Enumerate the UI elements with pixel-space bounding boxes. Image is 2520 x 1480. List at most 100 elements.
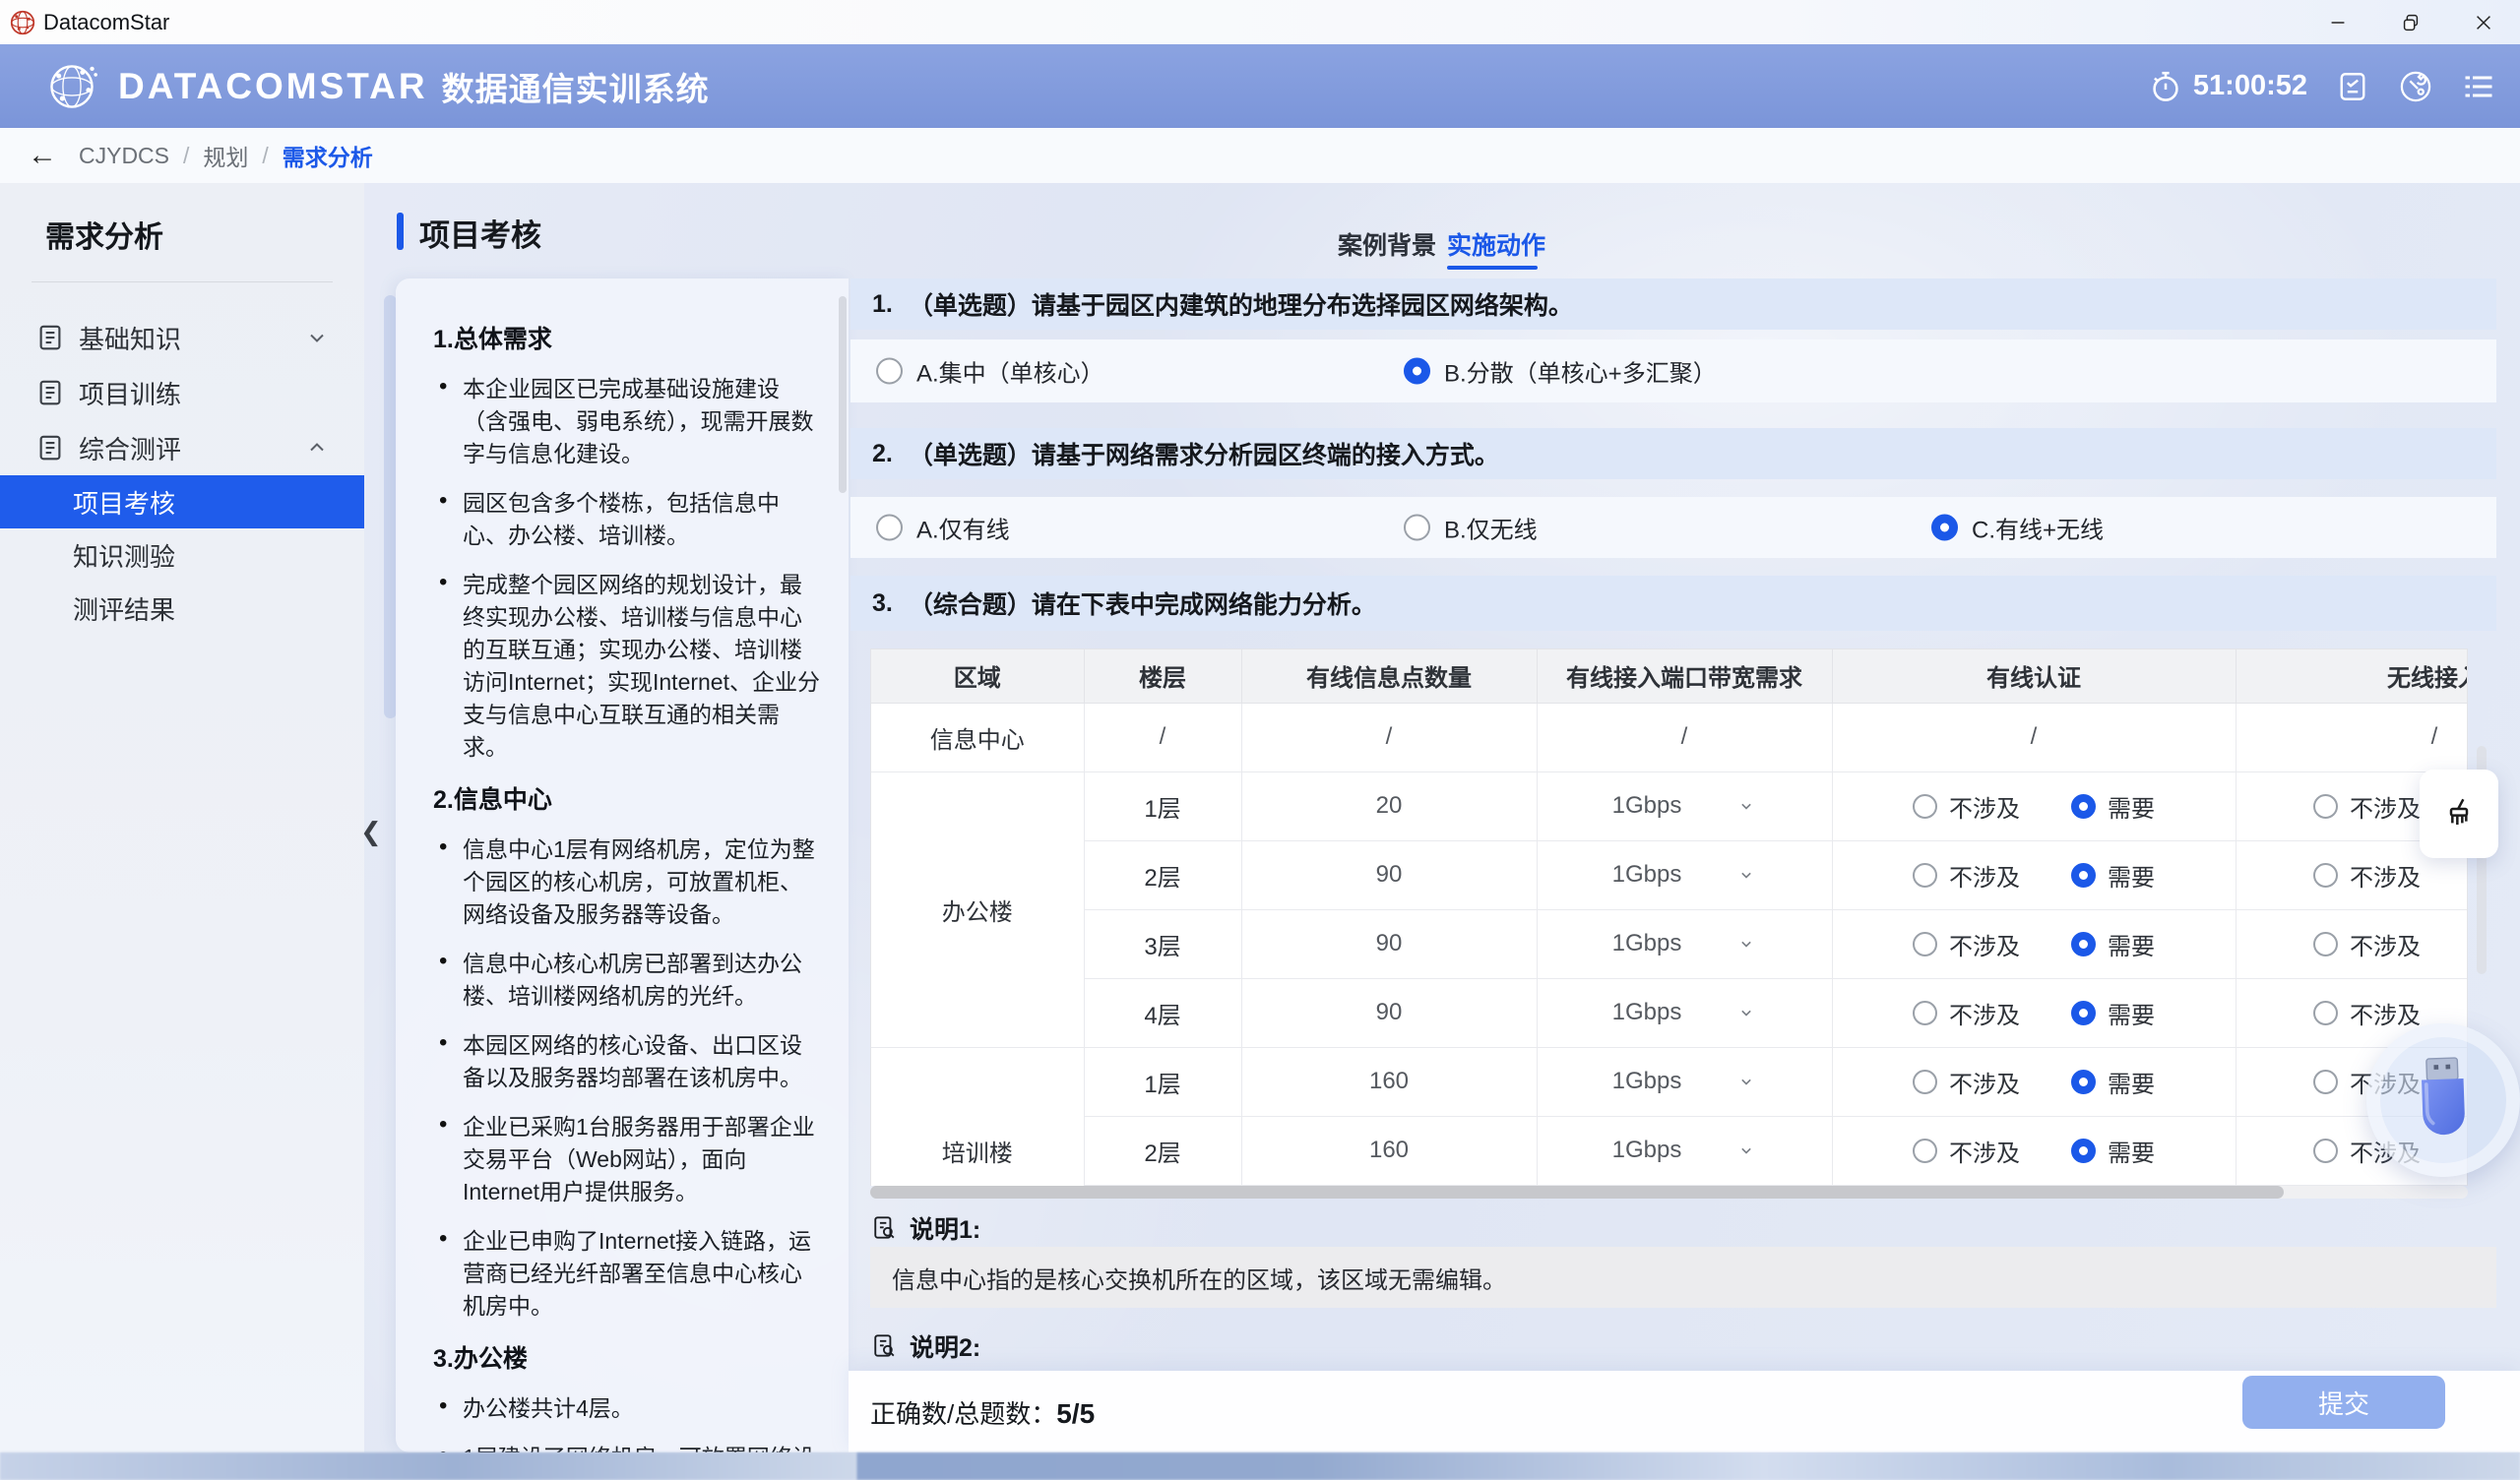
bandwidth-cell: 1Gbps	[1537, 1116, 1832, 1185]
radio-option-需要[interactable]: 需要	[2071, 858, 2155, 893]
radio-selected-icon[interactable]	[2071, 794, 2096, 819]
floor-cell: 4层	[1084, 978, 1241, 1047]
back-arrow-icon[interactable]: ←	[28, 141, 57, 170]
restore-button[interactable]	[2374, 0, 2447, 44]
submit-button[interactable]: 提交	[2242, 1376, 2445, 1429]
usb-device-widget[interactable]	[2366, 1023, 2520, 1177]
radio-unselected-icon[interactable]	[1913, 932, 1937, 956]
radio-unselected-icon[interactable]	[1404, 515, 1430, 541]
brand-name: DATACOMSTAR	[118, 66, 428, 107]
bandwidth-dropdown[interactable]: 1Gbps	[1538, 1137, 1832, 1164]
radio-selected-icon[interactable]	[2071, 1139, 2096, 1163]
radio-option-不涉及[interactable]: 不涉及	[1913, 789, 2020, 824]
radio-selected-icon[interactable]	[1931, 515, 1958, 541]
question-panel: 1.（单选题）请基于园区内建筑的地理分布选择园区网络架构。A.集中（单核心）B.…	[850, 278, 2496, 1452]
wireless-cell: /	[2236, 703, 2468, 771]
note-2-label-row: 说明2:	[870, 1328, 980, 1364]
radio-option-需要[interactable]: 需要	[2071, 1134, 2155, 1168]
auth-cell: 不涉及 需要	[1832, 840, 2236, 909]
radio-unselected-icon[interactable]	[1913, 863, 1937, 888]
breadcrumb-item-3[interactable]: 需求分析	[283, 139, 373, 172]
tools-icon[interactable]	[2398, 69, 2433, 104]
menu-list-icon[interactable]	[2461, 69, 2496, 104]
tab-案例背景[interactable]: 案例背景	[1338, 226, 1436, 262]
table-header-有线信息点数量: 有线信息点数量	[1241, 649, 1537, 703]
wireless-cell: 不涉及需要	[2236, 909, 2468, 978]
radio-label: 需要	[2108, 858, 2155, 893]
sidebar-subitem-项目考核[interactable]: 项目考核	[0, 475, 364, 528]
radio-unselected-icon[interactable]	[1913, 1001, 1937, 1025]
sidebar-item-1[interactable]: 基础知识	[0, 310, 364, 365]
radio-option-不涉及[interactable]: 不涉及	[2313, 858, 2421, 893]
breadcrumb-item-2[interactable]: 规划	[203, 139, 248, 172]
table-horizontal-scrollbar[interactable]	[870, 1186, 2468, 1199]
table-row: 信息中心/////	[871, 703, 2468, 771]
radio-option-不涉及[interactable]: 不涉及	[2313, 789, 2421, 824]
minimize-button[interactable]	[2301, 0, 2374, 44]
bandwidth-dropdown[interactable]: 1Gbps	[1538, 861, 1832, 889]
bandwidth-dropdown[interactable]: 1Gbps	[1538, 930, 1832, 957]
exam-paper-icon[interactable]	[2335, 69, 2370, 104]
bandwidth-dropdown[interactable]: 1Gbps	[1538, 999, 1832, 1026]
active-tab-underline	[1447, 266, 1538, 270]
radio-unselected-icon[interactable]	[2313, 1070, 2338, 1094]
desc-bullet: •本园区网络的核心设备、出口区设备以及服务器均部署在该机房中。	[433, 1029, 821, 1094]
desc-scrollbar[interactable]	[839, 296, 847, 493]
clear-answers-tool[interactable]	[2420, 770, 2498, 858]
sidebar-item-label: 综合测评	[79, 430, 305, 466]
radio-option-不涉及[interactable]: 不涉及	[1913, 1134, 2020, 1168]
radio-selected-icon[interactable]	[2071, 1001, 2096, 1025]
auth-cell: 不涉及 需要	[1832, 771, 2236, 840]
option-A[interactable]: A.集中（单核心）	[876, 354, 1104, 389]
tab-实施动作[interactable]: 实施动作	[1447, 226, 1545, 262]
radio-unselected-icon[interactable]	[876, 515, 903, 541]
radio-option-不涉及[interactable]: 不涉及	[1913, 858, 2020, 893]
radio-option-需要[interactable]: 需要	[2071, 789, 2155, 824]
table-header-有线接入端口带宽需求: 有线接入端口带宽需求	[1537, 649, 1832, 703]
radio-option-不涉及[interactable]: 不涉及	[2313, 927, 2421, 961]
bullet-text: 办公楼共计4层。	[463, 1392, 821, 1425]
radio-selected-icon[interactable]	[2071, 932, 2096, 956]
option-label: A.集中（单核心）	[916, 354, 1104, 389]
auth-cell: 不涉及 需要	[1832, 1116, 2236, 1185]
radio-selected-icon[interactable]	[2071, 863, 2096, 888]
sidebar-subitem-测评结果[interactable]: 测评结果	[0, 582, 364, 635]
table-row: 培训楼1层1601Gbps不涉及需要不涉及需要	[871, 1047, 2468, 1116]
radio-selected-icon[interactable]	[1404, 358, 1430, 385]
sidebar-item-3[interactable]: 综合测评	[0, 420, 364, 475]
table-row: 办公楼1层201Gbps不涉及需要不涉及需要	[871, 771, 2468, 840]
radio-option-不涉及[interactable]: 不涉及	[1913, 1065, 2020, 1099]
bandwidth-dropdown[interactable]: 1Gbps	[1538, 1068, 1832, 1095]
sidebar-subitem-知识测验[interactable]: 知识测验	[0, 528, 364, 582]
radio-option-需要[interactable]: 需要	[2071, 996, 2155, 1030]
radio-option-不涉及[interactable]: 不涉及	[1913, 927, 2020, 961]
radio-unselected-icon[interactable]	[2313, 863, 2338, 888]
radio-unselected-icon[interactable]	[1913, 1139, 1937, 1163]
close-button[interactable]	[2447, 0, 2520, 44]
radio-unselected-icon[interactable]	[2313, 932, 2338, 956]
sidebar-item-2[interactable]: 项目训练	[0, 365, 364, 420]
collapse-panel-chevron[interactable]: ❮	[360, 817, 382, 847]
option-C[interactable]: C.有线+无线	[1931, 511, 2104, 545]
radio-option-需要[interactable]: 需要	[2071, 927, 2155, 961]
radio-unselected-icon[interactable]	[1913, 794, 1937, 819]
note-1-text-box: 信息中心指的是核心交换机所在的区域，该区域无需编辑。	[870, 1247, 2496, 1308]
title-accent-bar	[397, 213, 404, 250]
radio-label: 不涉及	[1949, 996, 2020, 1030]
radio-unselected-icon[interactable]	[2313, 794, 2338, 819]
option-A[interactable]: A.仅有线	[876, 511, 1010, 545]
radio-unselected-icon[interactable]	[876, 358, 903, 385]
option-B[interactable]: B.仅无线	[1404, 511, 1538, 545]
radio-unselected-icon[interactable]	[1913, 1070, 1937, 1094]
radio-option-不涉及[interactable]: 不涉及	[1913, 996, 2020, 1030]
radio-unselected-icon[interactable]	[2313, 1139, 2338, 1163]
option-B[interactable]: B.分散（单核心+多汇聚）	[1404, 354, 1717, 389]
scrollbar-thumb[interactable]	[870, 1186, 2284, 1199]
bandwidth-dropdown[interactable]: 1Gbps	[1538, 792, 1832, 820]
radio-option-需要[interactable]: 需要	[2071, 1065, 2155, 1099]
radio-unselected-icon[interactable]	[2313, 1001, 2338, 1025]
desc-section-title: 3.办公楼	[433, 1339, 821, 1375]
radio-option-不涉及[interactable]: 不涉及	[2313, 996, 2421, 1030]
breadcrumb-item-1[interactable]: CJYDCS	[79, 143, 169, 169]
radio-selected-icon[interactable]	[2071, 1070, 2096, 1094]
